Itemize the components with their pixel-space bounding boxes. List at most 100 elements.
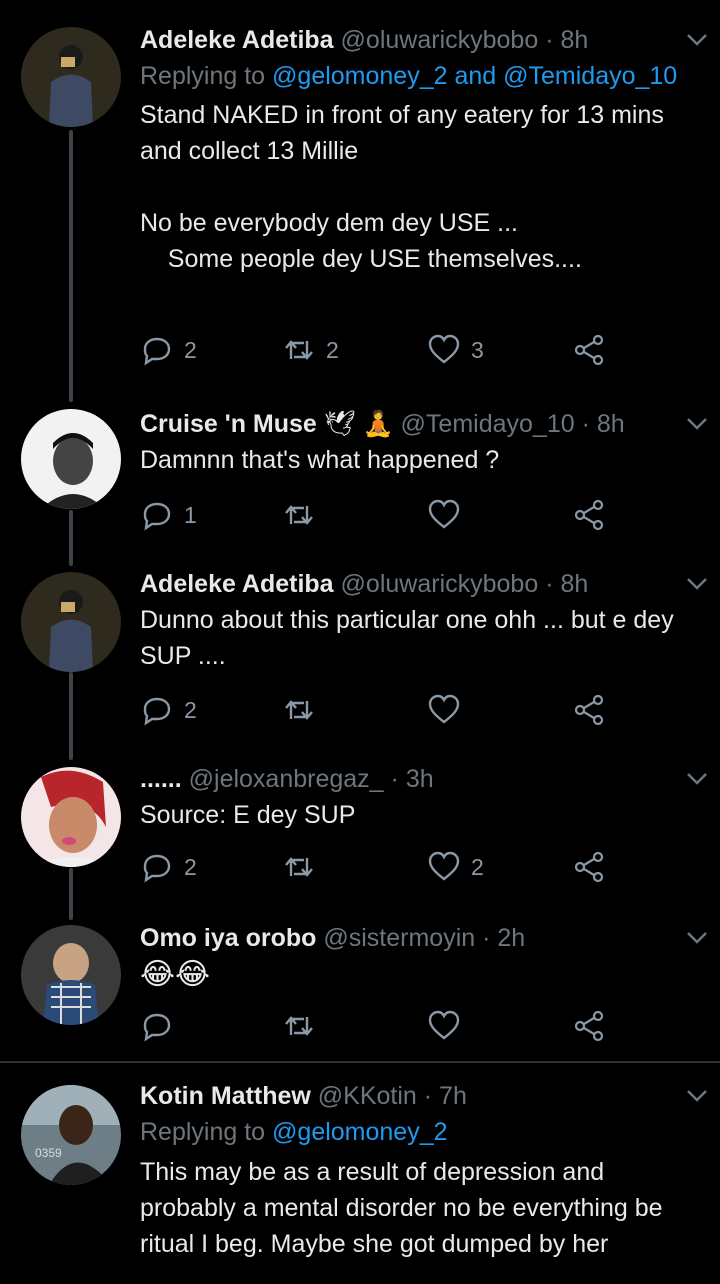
share-button[interactable] <box>572 495 606 535</box>
avatar[interactable] <box>21 27 121 127</box>
avatar-photo <box>21 27 121 127</box>
chevron-down-icon[interactable] <box>682 1080 712 1110</box>
share-icon <box>574 851 604 883</box>
retweet-button[interactable]: 2 <box>282 330 339 370</box>
reply-icon <box>143 502 171 531</box>
reply-button[interactable]: 2 <box>140 847 197 887</box>
avatar-photo <box>21 572 121 672</box>
like-button[interactable] <box>427 495 471 535</box>
tweet-header: Adeleke Adetiba @oluwarickybobo · 8h <box>140 568 700 602</box>
username[interactable]: @KKotin <box>318 1082 417 1110</box>
tweet-text: Stand NAKED in front of any eatery for 1… <box>140 101 664 273</box>
avatar[interactable] <box>21 572 121 672</box>
tweet-text: 😂😂 <box>140 958 211 991</box>
username[interactable]: @oluwarickybobo <box>341 570 539 598</box>
reply-button[interactable]: 2 <box>140 330 197 370</box>
display-name[interactable]: Kotin Matthew <box>140 1082 311 1110</box>
timestamp[interactable]: · 2h <box>482 924 525 952</box>
like-button[interactable] <box>427 690 471 730</box>
like-button[interactable] <box>427 1006 471 1046</box>
replying-to-users[interactable]: @gelomoney_2 <box>272 1118 448 1146</box>
share-button[interactable] <box>572 330 606 370</box>
share-icon <box>574 499 604 531</box>
heart-icon <box>428 499 460 529</box>
replying-to-prefix: Replying to <box>140 1118 266 1146</box>
like-button[interactable]: 3 <box>427 330 484 370</box>
like-count: 2 <box>471 853 484 880</box>
timestamp[interactable]: · 8h <box>545 570 588 598</box>
heart-icon <box>428 851 460 881</box>
tweet[interactable]: Cruise 'n Muse 🕊 🧘 @Temidayo_10 · 8h Dam… <box>0 400 720 565</box>
retweet-button[interactable] <box>282 847 326 887</box>
tweet-header: Omo iya orobo @sistermoyin · 2h <box>140 922 700 956</box>
replying-to: Replying to @gelomoney_2 <box>140 1114 700 1150</box>
replying-to: Replying to @gelomoney_2 and @Temidayo_1… <box>140 58 700 94</box>
heart-icon <box>428 694 460 724</box>
chevron-down-icon[interactable] <box>682 922 712 952</box>
retweet-icon <box>285 340 313 360</box>
chevron-down-icon[interactable] <box>682 763 712 793</box>
replying-to-users[interactable]: @gelomoney_2 and @Temidayo_10 <box>272 62 677 90</box>
replying-to-prefix: Replying to <box>140 62 266 90</box>
tweet[interactable]: Adeleke Adetiba @oluwarickybobo · 8h Rep… <box>0 0 720 400</box>
tweet-header: Kotin Matthew @KKotin · 7h <box>140 1080 700 1114</box>
reply-count: 2 <box>184 696 197 723</box>
tweet-header: Adeleke Adetiba @oluwarickybobo · 8h <box>140 24 700 58</box>
timestamp[interactable]: · 8h <box>545 26 588 54</box>
like-count: 3 <box>471 336 484 363</box>
retweet-icon <box>285 1016 313 1036</box>
username[interactable]: @Temidayo_10 <box>401 410 575 438</box>
display-name[interactable]: Adeleke Adetiba <box>140 26 334 54</box>
share-icon <box>574 334 604 366</box>
reply-count: 2 <box>184 853 197 880</box>
reply-count: 1 <box>184 501 197 528</box>
username[interactable]: @oluwarickybobo <box>341 26 539 54</box>
avatar-photo <box>21 925 121 1025</box>
reply-icon <box>143 854 171 883</box>
tweet[interactable]: ...... @jeloxanbregaz_ · 3h Source: E de… <box>0 760 720 920</box>
reply-button[interactable] <box>140 1006 184 1046</box>
timestamp[interactable]: · 8h <box>582 410 625 438</box>
tweet[interactable]: Omo iya orobo @sistermoyin · 2h 😂😂 <box>0 920 720 1060</box>
chevron-down-icon[interactable] <box>682 24 712 54</box>
timestamp[interactable]: · 3h <box>391 765 434 793</box>
reply-icon <box>143 1013 171 1042</box>
tweet-text: Dunno about this particular one ohh ... … <box>140 606 681 670</box>
share-icon <box>574 1010 604 1042</box>
share-button[interactable] <box>572 690 606 730</box>
display-name[interactable]: ...... <box>140 765 182 793</box>
chevron-down-icon[interactable] <box>682 408 712 438</box>
name-emoji: 🕊 🧘 <box>323 410 394 438</box>
avatar[interactable] <box>21 925 121 1025</box>
tweet[interactable]: 0359 Kotin Matthew @KKotin · 7h Replying… <box>0 1063 720 1284</box>
retweet-button[interactable] <box>282 1006 326 1046</box>
share-button[interactable] <box>572 847 606 887</box>
retweet-icon <box>285 857 313 877</box>
display-name[interactable]: Omo iya orobo <box>140 924 316 952</box>
share-button[interactable] <box>572 1006 606 1046</box>
username[interactable]: @jeloxanbregaz_ <box>189 765 384 793</box>
display-name[interactable]: Cruise 'n Muse <box>140 410 317 438</box>
retweet-button[interactable] <box>282 495 326 535</box>
retweet-button[interactable] <box>282 690 326 730</box>
reply-button[interactable]: 1 <box>140 495 197 535</box>
avatar[interactable] <box>21 409 121 509</box>
chevron-down-icon[interactable] <box>682 568 712 598</box>
tweet-text: Damnnn that's what happened ? <box>140 446 500 474</box>
retweet-count: 2 <box>326 336 339 363</box>
tweet-header: ...... @jeloxanbregaz_ · 3h <box>140 763 700 797</box>
avatar[interactable]: 0359 <box>21 1085 121 1185</box>
display-name[interactable]: Adeleke Adetiba <box>140 570 334 598</box>
share-icon <box>574 694 604 726</box>
reply-button[interactable]: 2 <box>140 690 197 730</box>
heart-icon <box>428 1010 460 1040</box>
like-button[interactable]: 2 <box>427 847 484 887</box>
avatar[interactable] <box>21 767 121 867</box>
reply-icon <box>143 337 171 366</box>
avatar-overlay-text: 0359 <box>35 1146 62 1160</box>
timestamp[interactable]: · 7h <box>424 1082 467 1110</box>
tweet-header: Cruise 'n Muse 🕊 🧘 @Temidayo_10 · 8h <box>140 408 700 442</box>
username[interactable]: @sistermoyin <box>323 924 475 952</box>
tweet[interactable]: Adeleke Adetiba @oluwarickybobo · 8h Dun… <box>0 565 720 760</box>
tweet-text: Source: E dey SUP <box>140 801 356 829</box>
